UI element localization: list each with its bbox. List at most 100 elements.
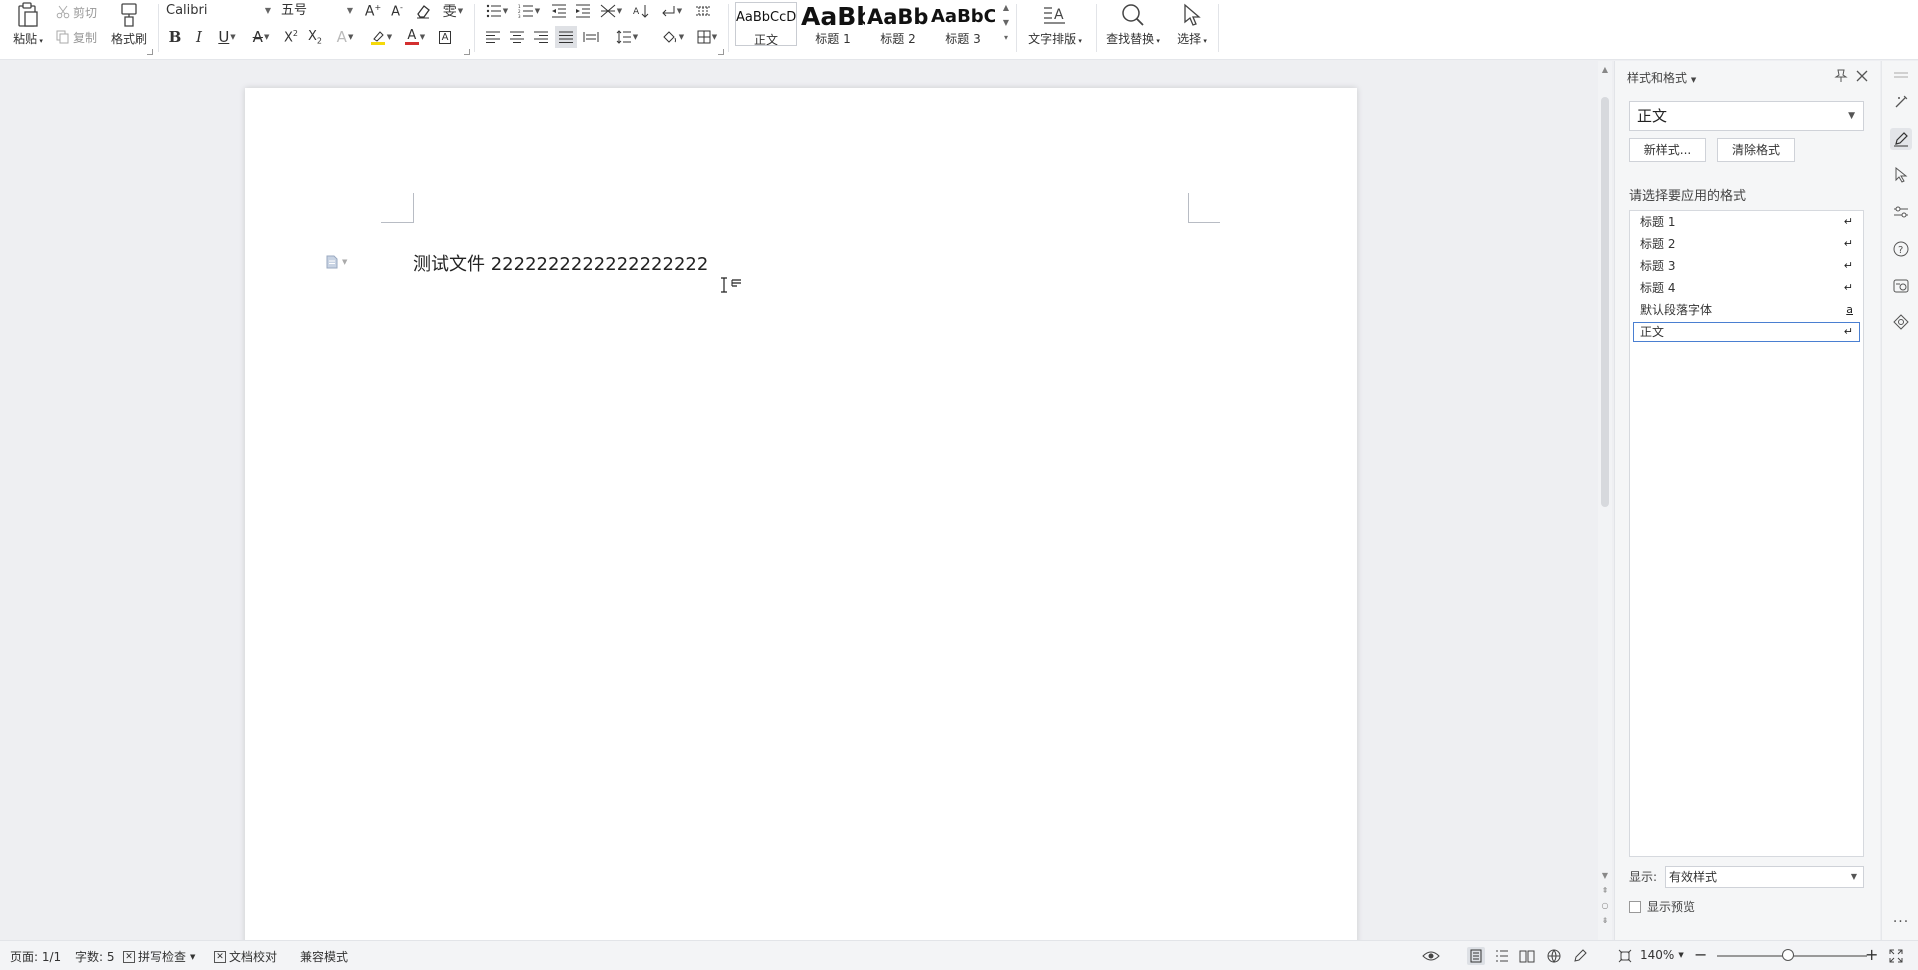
style-tile-heading2[interactable]: AaBb( 标题 2 bbox=[867, 2, 929, 46]
vertical-scrollbar[interactable]: ▲ ▼ ⇞ ○ ⇟ bbox=[1598, 61, 1612, 940]
style-list-item-normal[interactable]: 正文 ↵ bbox=[1633, 322, 1860, 342]
scroll-up-icon[interactable]: ▲ bbox=[1598, 65, 1612, 74]
table-gridlines-button[interactable] bbox=[692, 0, 714, 22]
cut-button[interactable]: 剪切 bbox=[56, 2, 97, 22]
eye-protection-icon[interactable] bbox=[1422, 947, 1440, 965]
numbering-button[interactable]: 1 2 3 ▼ bbox=[514, 0, 544, 22]
clear-format-button[interactable]: 清除格式 bbox=[1717, 138, 1795, 162]
highlight-button[interactable]: ▼ bbox=[366, 26, 396, 48]
document-body-text[interactable]: 测试文件 2222222222222222222 bbox=[413, 250, 708, 276]
next-page-icon[interactable]: ⇟ bbox=[1598, 916, 1612, 925]
align-right-button[interactable] bbox=[530, 26, 552, 48]
zoom-level-select[interactable]: 140% ▼ bbox=[1640, 948, 1684, 962]
shrink-font-button[interactable]: A- bbox=[386, 0, 408, 22]
pin-icon[interactable] bbox=[1834, 69, 1848, 83]
style-list-item-heading4[interactable]: 标题 4 ↵ bbox=[1633, 278, 1860, 298]
copy-button[interactable]: 复制 bbox=[56, 27, 97, 47]
help-icon[interactable]: ? bbox=[1890, 238, 1912, 260]
subscript-button[interactable]: X2 bbox=[304, 26, 326, 48]
scroll-down-icon[interactable]: ▼ bbox=[1598, 871, 1612, 880]
close-icon[interactable] bbox=[1855, 69, 1869, 83]
phonetic-guide-button[interactable]: 雯 ▼ bbox=[438, 0, 468, 22]
sliders-icon[interactable] bbox=[1890, 201, 1912, 223]
italic-button[interactable]: I bbox=[188, 26, 210, 48]
scrollbar-thumb[interactable] bbox=[1601, 97, 1609, 507]
show-filter-select[interactable]: 有效样式 ▼ bbox=[1665, 866, 1864, 888]
paste-button[interactable]: 粘贴 ▾ bbox=[6, 0, 50, 48]
clipboard-dialog-launcher[interactable] bbox=[147, 49, 153, 55]
bold-button[interactable]: B bbox=[164, 26, 186, 48]
paste-dropdown-arrow[interactable]: ▾ bbox=[37, 37, 43, 45]
find-replace-button[interactable]: 查找替换 ▾ bbox=[1102, 0, 1164, 48]
zoom-in-button[interactable]: + bbox=[1865, 945, 1878, 964]
strikethrough-button[interactable]: A ▼ bbox=[246, 26, 276, 48]
more-icon[interactable]: ▾ bbox=[1000, 30, 1012, 45]
pane-title[interactable]: 样式和格式 ▼ bbox=[1627, 69, 1696, 86]
style-list-item-heading2[interactable]: 标题 2 ↵ bbox=[1633, 234, 1860, 254]
show-marks-button[interactable]: ▼ bbox=[656, 0, 686, 22]
fit-width-icon[interactable] bbox=[1616, 947, 1634, 965]
style-tile-heading3[interactable]: AaBbC( 标题 3 bbox=[931, 2, 995, 46]
web-view-icon[interactable] bbox=[1545, 947, 1563, 965]
word-count[interactable]: 字数: 5 bbox=[75, 948, 115, 965]
doc-proof-toggle[interactable]: ✕ 文档校对 bbox=[214, 948, 277, 965]
more-options-icon[interactable]: ··· bbox=[1890, 911, 1912, 933]
select-browse-object-icon[interactable]: ○ bbox=[1598, 901, 1612, 910]
chevron-up-icon[interactable]: ▲ bbox=[1000, 0, 1012, 15]
current-style-select[interactable]: 正文 ▼ bbox=[1629, 101, 1864, 131]
font-name-combo[interactable]: Calibri ▼ bbox=[162, 1, 275, 21]
wand-icon[interactable] bbox=[1890, 91, 1912, 113]
increase-indent-button[interactable] bbox=[572, 0, 594, 22]
shading-button[interactable]: ▼ bbox=[658, 26, 688, 48]
paragraph-dialog-launcher[interactable] bbox=[718, 49, 724, 55]
align-center-button[interactable] bbox=[506, 26, 528, 48]
superscript-button[interactable]: X2 bbox=[280, 26, 302, 48]
style-list-item-default-font[interactable]: 默认段落字体 a bbox=[1633, 300, 1860, 320]
spell-check-toggle[interactable]: ✕ 拼写检查 ▼ bbox=[123, 948, 195, 965]
style-pane-pen-icon[interactable] bbox=[1890, 128, 1912, 150]
bullets-button[interactable]: ▼ bbox=[482, 0, 512, 22]
character-border-button[interactable]: A bbox=[434, 26, 456, 48]
fullscreen-icon[interactable] bbox=[1887, 947, 1905, 965]
format-painter-button[interactable]: 格式刷 bbox=[106, 0, 152, 48]
style-tile-normal[interactable]: AaBbCcDd 正文 bbox=[735, 2, 797, 46]
font-color-button[interactable]: A ▼ bbox=[400, 26, 430, 48]
chevron-down-icon[interactable]: ▼ bbox=[1000, 15, 1012, 30]
reading-view-icon[interactable] bbox=[1518, 947, 1536, 965]
zoom-out-button[interactable]: − bbox=[1694, 945, 1707, 964]
style-tile-heading1[interactable]: AaBb 标题 1 bbox=[801, 2, 865, 46]
page-view-icon[interactable] bbox=[1467, 947, 1485, 965]
select-cursor-icon[interactable] bbox=[1890, 164, 1912, 186]
distributed-button[interactable] bbox=[580, 26, 602, 48]
previous-page-icon[interactable]: ⇞ bbox=[1598, 886, 1612, 895]
new-style-button[interactable]: 新样式... bbox=[1629, 138, 1706, 162]
page-indicator[interactable]: 页面: 1/1 bbox=[10, 948, 61, 965]
line-spacing-button[interactable]: ▼ bbox=[612, 26, 642, 48]
grow-font-button[interactable]: A+ bbox=[362, 0, 384, 22]
share-icon[interactable] bbox=[1890, 311, 1912, 333]
collapse-strip-icon[interactable] bbox=[1890, 64, 1912, 86]
text-effect-button[interactable]: A ▼ bbox=[330, 26, 360, 48]
select-button[interactable]: 选择 ▾ bbox=[1168, 0, 1216, 48]
write-mode-icon[interactable] bbox=[1571, 947, 1589, 965]
decrease-indent-button[interactable] bbox=[548, 0, 570, 22]
text-layout-button[interactable]: A 文字排版 ▾ bbox=[1024, 0, 1086, 48]
style-list-item-heading3[interactable]: 标题 3 ↵ bbox=[1633, 256, 1860, 276]
justify-button[interactable] bbox=[555, 26, 577, 48]
sort-button[interactable]: A bbox=[630, 0, 652, 22]
align-left-button[interactable] bbox=[482, 26, 504, 48]
show-preview-checkbox[interactable]: 显示预览 bbox=[1629, 898, 1695, 915]
checkbox[interactable] bbox=[1629, 900, 1641, 913]
font-size-combo[interactable]: 五号 ▼ bbox=[277, 1, 357, 21]
style-list-item-heading1[interactable]: 标题 1 ↵ bbox=[1633, 212, 1860, 232]
underline-button[interactable]: U ▼ bbox=[212, 26, 242, 48]
outline-view-icon[interactable] bbox=[1493, 947, 1511, 965]
font-dialog-launcher[interactable] bbox=[464, 49, 470, 55]
chinese-layout-button[interactable]: ▼ bbox=[596, 0, 626, 22]
document-page[interactable]: ▼ 测试文件 2222222222222222222 bbox=[245, 88, 1357, 940]
borders-button[interactable]: ▼ bbox=[692, 26, 722, 48]
styles-gallery-scroll[interactable]: ▲ ▼ ▾ bbox=[1000, 0, 1012, 48]
backup-icon[interactable] bbox=[1890, 275, 1912, 297]
clear-formatting-button[interactable] bbox=[412, 0, 434, 22]
paragraph-handle[interactable]: ▼ bbox=[325, 255, 347, 269]
